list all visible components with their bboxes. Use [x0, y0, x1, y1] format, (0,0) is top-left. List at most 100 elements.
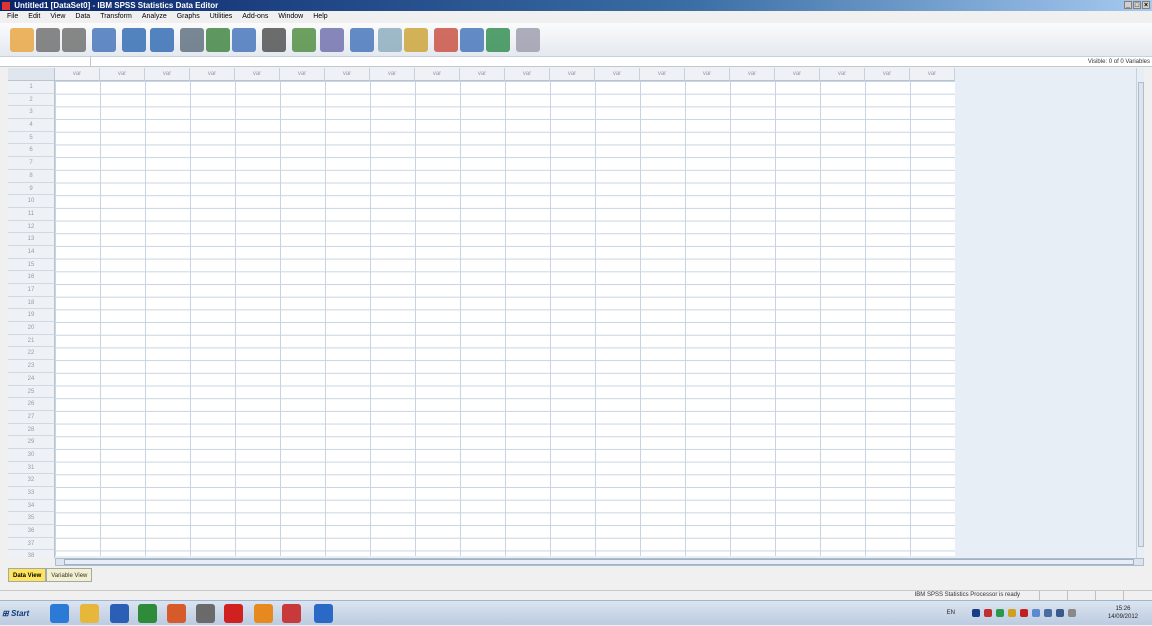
dialog-recall-icon[interactable]	[92, 28, 116, 52]
paint-icon[interactable]	[224, 604, 243, 623]
close-button[interactable]: ×	[1142, 1, 1150, 9]
shield-icon[interactable]	[996, 609, 1004, 617]
row-header[interactable]: 23	[8, 360, 55, 373]
column-header[interactable]: var	[505, 68, 550, 81]
row-header[interactable]: 9	[8, 182, 55, 196]
row-header[interactable]: 3	[8, 106, 55, 120]
tab-variable-view[interactable]: Variable View	[46, 568, 93, 582]
select-cases-icon[interactable]	[404, 28, 428, 52]
weight-cases-icon[interactable]	[378, 28, 402, 52]
start-button[interactable]: ⊞ Start	[2, 605, 38, 622]
column-header[interactable]: var	[640, 68, 685, 81]
column-header[interactable]: var	[145, 68, 190, 81]
row-header[interactable]: 19	[8, 309, 55, 323]
ie-icon[interactable]	[50, 604, 69, 623]
row-header[interactable]: 10	[8, 195, 55, 208]
folder-icon[interactable]	[80, 604, 99, 623]
insert-cases-icon[interactable]	[292, 28, 316, 52]
column-header[interactable]: var	[775, 68, 820, 81]
menu-edit[interactable]: Edit	[23, 11, 45, 23]
vertical-scroll-thumb[interactable]	[1138, 82, 1144, 547]
row-header[interactable]: 30	[8, 448, 55, 462]
menu-file[interactable]: File	[2, 11, 23, 23]
outlook-icon[interactable]	[254, 604, 273, 623]
find-icon[interactable]	[262, 28, 286, 52]
row-header[interactable]: 18	[8, 296, 55, 310]
undo-icon[interactable]	[122, 28, 146, 52]
row-header[interactable]: 13	[8, 233, 55, 246]
column-header[interactable]: var	[910, 68, 955, 81]
row-header[interactable]: 5	[8, 131, 55, 145]
row-header[interactable]: 7	[8, 157, 55, 170]
menu-help[interactable]: Help	[308, 11, 332, 23]
info-icon[interactable]	[1068, 609, 1076, 617]
row-header[interactable]: 16	[8, 271, 55, 284]
goto-variable-icon[interactable]	[206, 28, 230, 52]
row-header[interactable]: 8	[8, 169, 55, 183]
menu-graphs[interactable]: Graphs	[172, 11, 205, 23]
row-header[interactable]: 32	[8, 474, 55, 487]
column-header[interactable]: var	[325, 68, 370, 81]
insert-variable-icon[interactable]	[320, 28, 344, 52]
save-icon[interactable]	[36, 28, 60, 52]
row-header[interactable]: 33	[8, 487, 55, 500]
menu-view[interactable]: View	[45, 11, 70, 23]
sync-icon[interactable]	[1032, 609, 1040, 617]
menu-data[interactable]: Data	[70, 11, 95, 23]
menu-utilities[interactable]: Utilities	[205, 11, 238, 23]
split-file-icon[interactable]	[350, 28, 374, 52]
stat-icon[interactable]	[196, 604, 215, 623]
row-header[interactable]: 36	[8, 525, 55, 538]
column-header[interactable]: var	[685, 68, 730, 81]
print-icon[interactable]	[62, 28, 86, 52]
word-icon[interactable]	[110, 604, 129, 623]
user-icon[interactable]	[1008, 609, 1016, 617]
goto-case-icon[interactable]	[180, 28, 204, 52]
column-header[interactable]: var	[730, 68, 775, 81]
row-header[interactable]: 29	[8, 436, 55, 449]
row-header[interactable]: 1	[8, 81, 55, 94]
open-icon[interactable]	[10, 28, 34, 52]
value-labels-icon[interactable]	[434, 28, 458, 52]
column-header[interactable]: var	[550, 68, 595, 81]
column-header[interactable]: var	[100, 68, 145, 81]
row-header[interactable]: 24	[8, 372, 55, 386]
row-header[interactable]: 25	[8, 385, 55, 399]
k-icon[interactable]	[1020, 609, 1028, 617]
row-header[interactable]: 27	[8, 410, 55, 424]
menu-window[interactable]: Window	[273, 11, 308, 23]
row-header[interactable]: 26	[8, 398, 55, 411]
row-header[interactable]: 28	[8, 423, 55, 437]
row-header[interactable]: 14	[8, 245, 55, 259]
minimize-button[interactable]: _	[1124, 1, 1132, 9]
column-header[interactable]: var	[820, 68, 865, 81]
row-header[interactable]: 15	[8, 258, 55, 272]
grid-cells[interactable]	[55, 81, 955, 556]
menu-analyze[interactable]: Analyze	[137, 11, 172, 23]
vertical-scrollbar[interactable]	[1136, 68, 1144, 558]
menu-addons[interactable]: Add-ons	[237, 11, 273, 23]
row-header[interactable]: 11	[8, 207, 55, 221]
clock[interactable]: 15:26 14/09/2012	[1108, 605, 1138, 621]
row-header[interactable]: 38	[8, 550, 55, 558]
variables-icon[interactable]	[232, 28, 256, 52]
row-header[interactable]: 21	[8, 334, 55, 348]
cell-reference-box[interactable]	[0, 57, 91, 67]
row-header[interactable]: 4	[8, 119, 55, 132]
row-header[interactable]: 6	[8, 144, 55, 158]
column-header[interactable]: var	[595, 68, 640, 81]
row-header[interactable]: 34	[8, 499, 55, 513]
horizontal-scrollbar[interactable]	[55, 558, 1144, 566]
column-header[interactable]: var	[235, 68, 280, 81]
pdf-icon[interactable]	[282, 604, 301, 623]
column-header[interactable]: var	[55, 68, 100, 81]
row-header[interactable]: 35	[8, 512, 55, 526]
column-header[interactable]: var	[460, 68, 505, 81]
spss-icon[interactable]	[314, 604, 333, 623]
powerpoint-icon[interactable]	[167, 604, 186, 623]
grid-corner[interactable]	[8, 68, 55, 81]
redo-icon[interactable]	[150, 28, 174, 52]
row-header[interactable]: 12	[8, 220, 55, 234]
row-header[interactable]: 31	[8, 461, 55, 475]
maximize-button[interactable]: □	[1133, 1, 1141, 9]
